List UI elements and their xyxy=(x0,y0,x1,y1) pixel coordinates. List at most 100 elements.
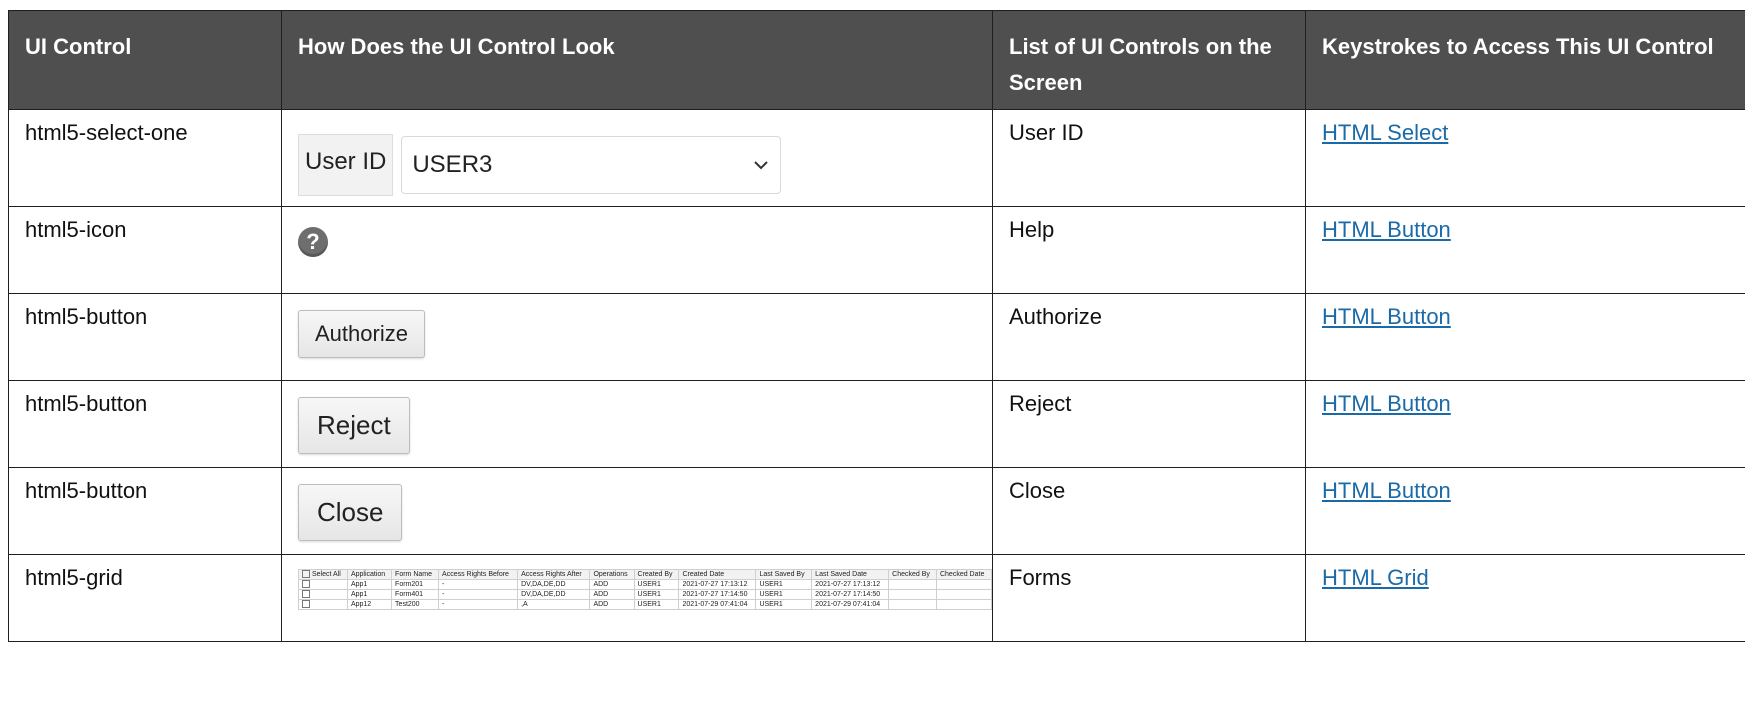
grid-column-header: Last Saved By xyxy=(755,569,813,580)
control-type: html5-icon xyxy=(8,206,282,294)
grid-column-header: Access Rights After xyxy=(517,569,591,580)
ui-controls-table: UI Control How Does the UI Control Look … xyxy=(8,10,1745,642)
keystroke-cell: HTML Select xyxy=(1305,109,1745,207)
keystroke-cell: HTML Button xyxy=(1305,380,1745,468)
grid-column-header: Select All xyxy=(298,569,348,580)
grid-cell: ADD xyxy=(589,579,635,590)
grid-cell: App12 xyxy=(346,599,393,610)
control-visual: ? xyxy=(281,206,993,294)
control-list: Close xyxy=(992,467,1306,555)
control-list: Reject xyxy=(992,380,1306,468)
header-keystrokes: Keystrokes to Access This UI Control xyxy=(1305,10,1745,110)
control-visual: Select All Application Form Name Access Rig… xyxy=(281,554,993,642)
table-row: html5-icon ? Help HTML Button xyxy=(8,206,1745,294)
row-checkbox xyxy=(302,590,310,599)
grid-column-header: Created Date xyxy=(678,569,757,580)
document-page: UI Control How Does the UI Control Look … xyxy=(0,0,1745,708)
control-list: Help xyxy=(992,206,1306,294)
grid-cell: Form201 xyxy=(391,579,440,590)
header-row: UI Control How Does the UI Control Look … xyxy=(8,10,1745,110)
grid-cell: 2021-07-27 17:14:50 xyxy=(811,589,890,600)
grid-cell: DV,DA,DE,DD xyxy=(517,589,591,600)
grid-cell: 2021-07-29 07:41:04 xyxy=(811,599,890,610)
keystroke-cell: HTML Button xyxy=(1305,206,1745,294)
grid-cell: Form401 xyxy=(391,589,440,600)
chevron-down-icon xyxy=(754,161,769,170)
keystroke-cell: HTML Grid xyxy=(1305,554,1745,642)
grid-cell: 2021-07-27 17:13:12 xyxy=(811,579,890,590)
grid-cell: ADD xyxy=(589,599,635,610)
user-id-label: User ID xyxy=(298,134,394,196)
grid-cell xyxy=(888,589,937,600)
grid-cell: USER1 xyxy=(633,599,680,610)
keystroke-link[interactable]: HTML Button xyxy=(1322,304,1451,329)
grid-column-header: Checked Date xyxy=(935,569,993,580)
grid-cell: App1 xyxy=(346,579,393,590)
control-list: User ID xyxy=(992,109,1306,207)
header-list: List of UI Controls on the Screen xyxy=(992,10,1306,110)
grid-column-header: Form Name xyxy=(391,569,440,580)
grid-cell: Test200 xyxy=(391,599,440,610)
grid-cell xyxy=(935,589,993,600)
control-type: html5-button xyxy=(8,293,282,381)
table-row: html5-select-one User ID USER3 User ID H… xyxy=(8,109,1745,207)
control-visual: User ID USER3 xyxy=(281,109,993,207)
grid-cell: USER1 xyxy=(633,589,680,600)
reject-button-sample: Reject xyxy=(298,397,410,454)
grid-cell xyxy=(298,589,348,600)
grid-cell: ADD xyxy=(589,589,635,600)
user-id-select-sample: User ID USER3 xyxy=(298,134,976,196)
grid-cell xyxy=(888,599,937,610)
grid-column-header: Application xyxy=(346,569,393,580)
user-id-value: USER3 xyxy=(412,151,493,178)
header-ui-control: UI Control xyxy=(8,10,282,110)
header-look: How Does the UI Control Look xyxy=(281,10,993,110)
grid-cell: App1 xyxy=(346,589,393,600)
grid-row: App1 Form201- DV,DA,DE,DD ADD USER1 2021-07-2… xyxy=(298,579,993,590)
control-type: html5-select-one xyxy=(8,109,282,207)
control-list: Forms xyxy=(992,554,1306,642)
grid-column-header: Last Saved Date xyxy=(811,569,890,580)
grid-column-header: Operations xyxy=(589,569,635,580)
grid-column-header: Access Rights Before xyxy=(438,569,519,580)
grid-row: App12 Test200- ,A ADD USER1 2021-07-29 07:41:… xyxy=(298,599,993,610)
grid-cell xyxy=(935,579,993,590)
table-row: html5-button Authorize Authorize HTML Bu… xyxy=(8,293,1745,381)
grid-cell: USER1 xyxy=(633,579,680,590)
authorize-button-sample: Authorize xyxy=(298,310,425,358)
control-visual: Close xyxy=(281,467,993,555)
grid-cell: USER1 xyxy=(755,599,813,610)
grid-cell: DV,DA,DE,DD xyxy=(517,579,591,590)
table-row: html5-button Reject Reject HTML Button xyxy=(8,380,1745,468)
keystroke-link[interactable]: HTML Grid xyxy=(1322,565,1429,590)
user-id-select: USER3 xyxy=(401,136,782,194)
control-type: html5-button xyxy=(8,380,282,468)
grid-cell: 2021-07-27 17:14:50 xyxy=(678,589,757,600)
grid-cell: USER1 xyxy=(755,589,813,600)
forms-grid-sample: Select All Application Form Name Access Rig… xyxy=(298,569,993,610)
control-visual: Authorize xyxy=(281,293,993,381)
grid-cell: 2021-07-29 07:41:04 xyxy=(678,599,757,610)
select-all-checkbox xyxy=(302,570,310,579)
grid-cell: - xyxy=(438,599,519,610)
grid-cell: USER1 xyxy=(755,579,813,590)
help-icon: ? xyxy=(298,227,328,257)
close-button-sample: Close xyxy=(298,484,403,541)
grid-cell xyxy=(935,599,993,610)
keystroke-link[interactable]: HTML Button xyxy=(1322,478,1451,503)
control-visual: Reject xyxy=(281,380,993,468)
grid-cell xyxy=(298,579,348,590)
keystroke-cell: HTML Button xyxy=(1305,293,1745,381)
grid-cell xyxy=(888,579,937,590)
keystroke-cell: HTML Button xyxy=(1305,467,1745,555)
keystroke-link[interactable]: HTML Select xyxy=(1322,120,1448,145)
grid-column-header: Checked By xyxy=(888,569,937,580)
grid-cell: 2021-07-27 17:13:12 xyxy=(678,579,757,590)
row-checkbox xyxy=(302,600,310,609)
keystroke-link[interactable]: HTML Button xyxy=(1322,217,1451,242)
grid-column-header: Created By xyxy=(633,569,680,580)
row-checkbox xyxy=(302,580,310,589)
grid-cell xyxy=(298,599,348,610)
keystroke-link[interactable]: HTML Button xyxy=(1322,391,1451,416)
grid-cell: ,A xyxy=(517,599,591,610)
